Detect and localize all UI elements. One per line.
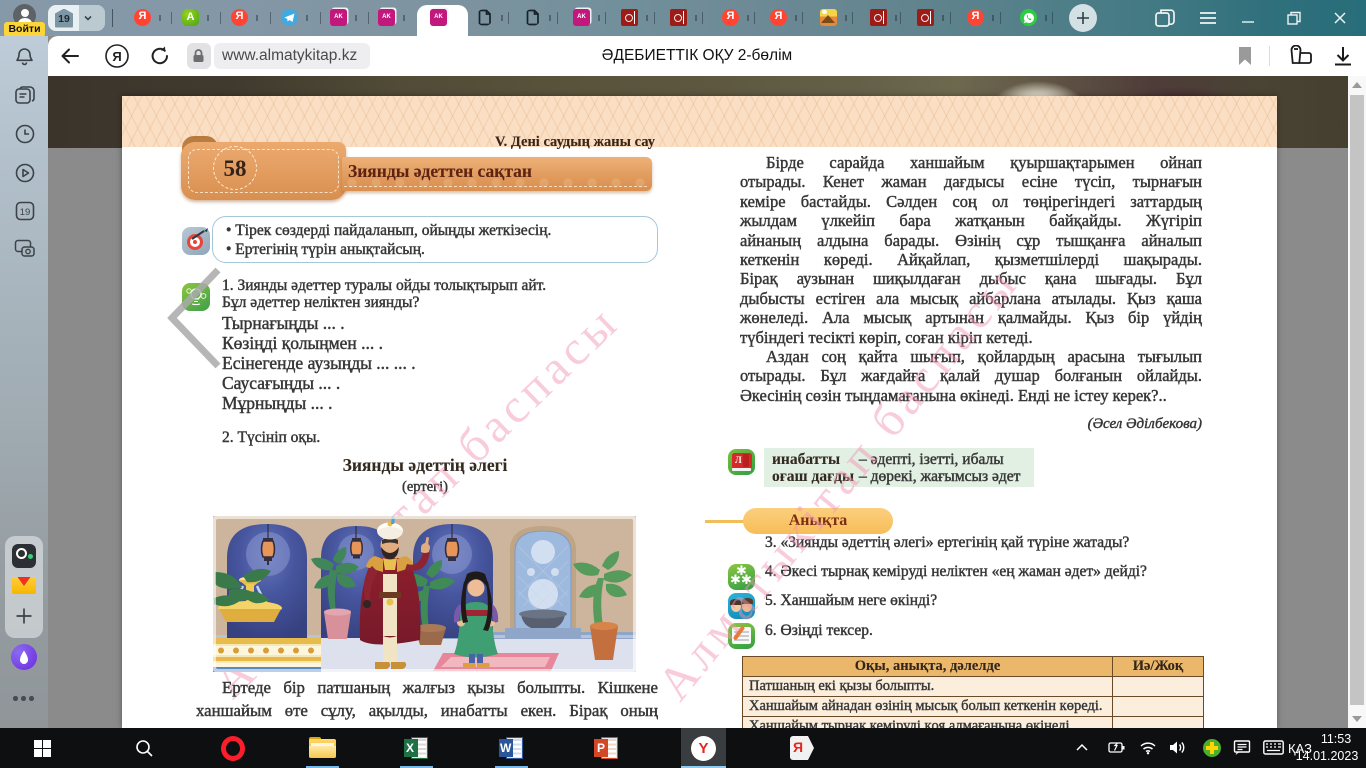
svg-text:Я: Я [112, 49, 121, 64]
svg-text:19: 19 [20, 207, 31, 218]
